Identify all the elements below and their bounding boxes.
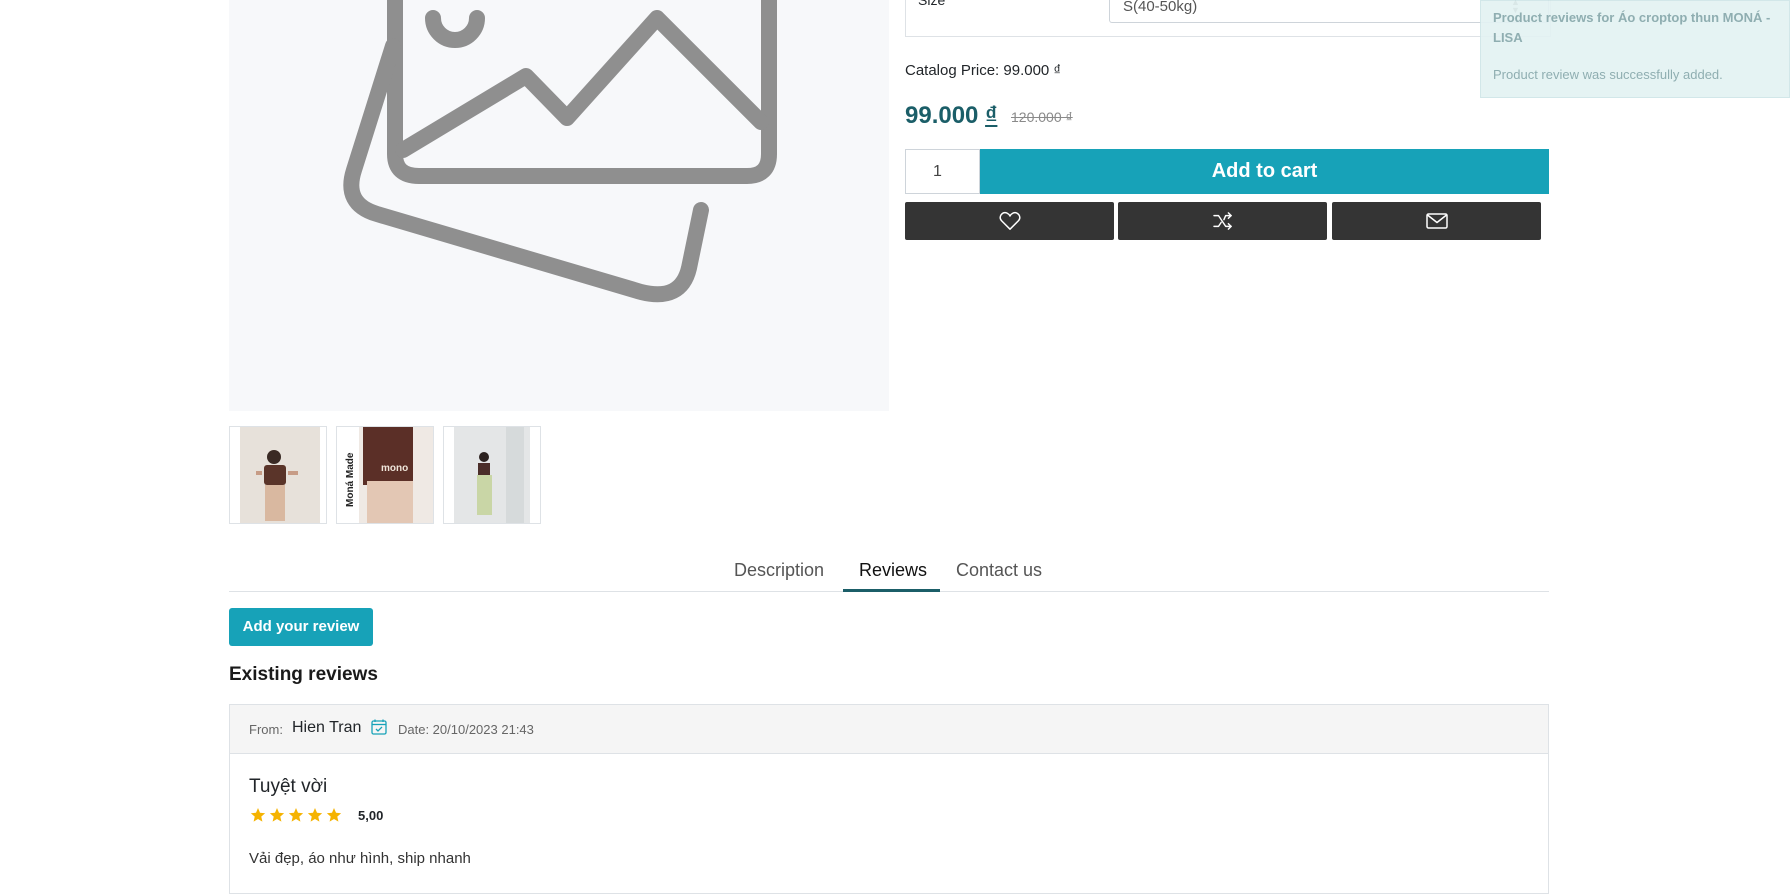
star-icon [269,807,285,822]
add-review-button[interactable]: Add your review [229,608,373,646]
active-tab-indicator [843,589,940,592]
size-label: Size [918,0,946,8]
svg-text:mono: mono [381,463,408,474]
review-text: Vải đẹp, áo như hình, ship nhanh [249,850,471,867]
product-thumbnail[interactable]: mono Moná Made [336,426,434,524]
review-stars [250,806,345,824]
compare-button[interactable] [1118,202,1327,240]
tab-reviews[interactable]: Reviews [859,560,927,581]
thumbnail-brand-text: Moná Made [345,452,356,507]
price-currency: ₫ [985,102,998,129]
star-icon [288,807,304,822]
review-author[interactable]: Hien Tran [292,719,361,737]
heart-icon [998,211,1021,230]
calendar-icon [371,719,387,740]
catalog-price: Catalog Price: 99.000 ₫ [905,62,1062,79]
star-icon [250,807,266,822]
thumbnail-photo [444,427,540,523]
review-title: Tuyệt vời [249,776,328,797]
product-thumbnail[interactable] [229,426,327,524]
image-placeholder-icon [343,0,777,303]
star-icon [307,807,323,822]
current-price: 99.000 ₫ [905,102,997,130]
existing-reviews-heading: Existing reviews [229,664,378,685]
product-thumbnail[interactable] [443,426,541,524]
quantity-input[interactable]: 1 [905,149,980,194]
price-amount: 99.000 [905,102,979,129]
envelope-icon [1425,213,1448,229]
review-rating-value: 5,00 [358,808,384,823]
email-friend-button[interactable] [1332,202,1541,240]
star-icon [326,807,342,822]
shuffle-icon [1212,212,1232,230]
old-price: 120.000 ₫ [1011,109,1073,125]
add-to-wishlist-button[interactable] [905,202,1114,240]
toast-title: Product reviews for Áo croptop thun MONÁ… [1493,10,1771,45]
tab-description[interactable]: Description [734,560,824,581]
review-date: Date: 20/10/2023 21:43 [398,722,534,737]
thumbnail-photo: mono Moná Made [337,427,433,523]
add-to-cart-button[interactable]: Add to cart [980,149,1549,194]
product-main-image[interactable] [229,0,889,411]
review-from-label: From: [249,722,283,737]
thumbnail-photo [230,427,326,523]
toast-message: Product review was successfully added. [1493,67,1723,82]
tab-contact-us[interactable]: Contact us [956,560,1042,581]
